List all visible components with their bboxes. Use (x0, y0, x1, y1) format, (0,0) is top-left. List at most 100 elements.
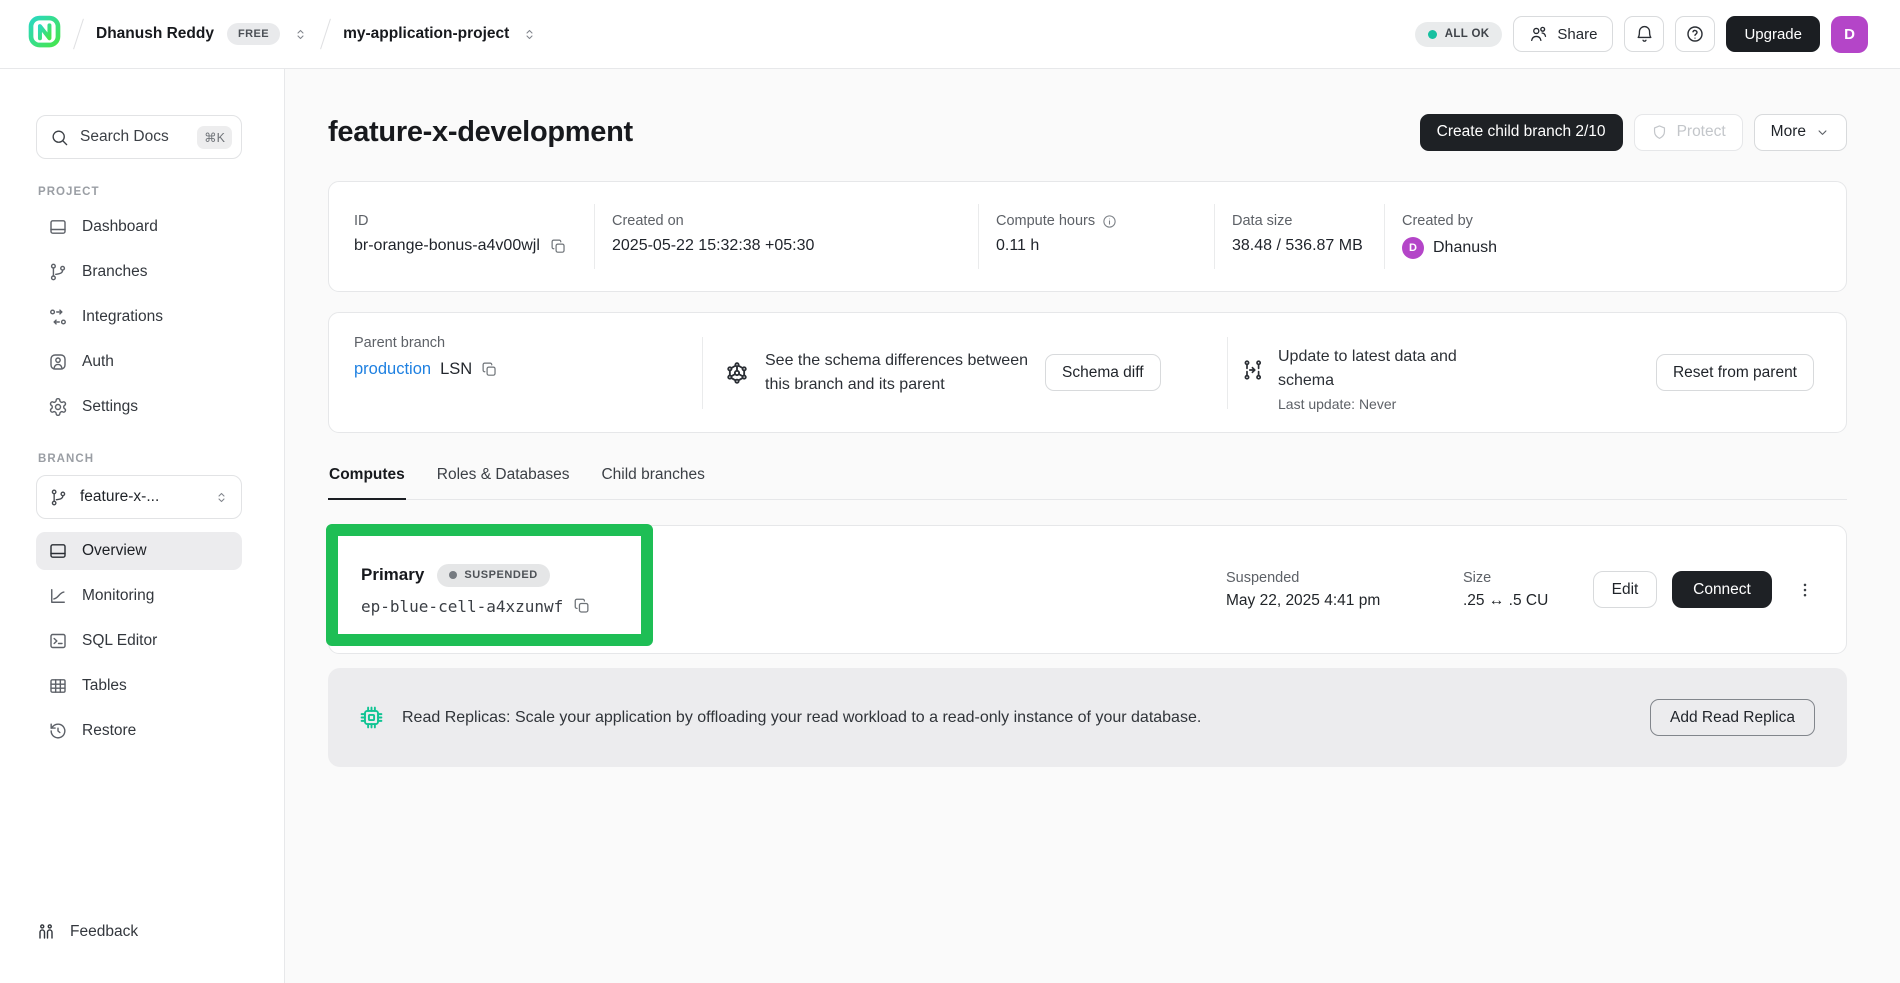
sidebar-item-dashboard[interactable]: Dashboard (36, 208, 242, 246)
search-docs-input[interactable]: Search Docs ⌘K (36, 115, 242, 159)
copy-icon[interactable] (481, 361, 498, 378)
branch-selector-value: feature-x-... (80, 488, 159, 506)
status-badge-label: ALL OK (1445, 28, 1490, 40)
id-label: ID (354, 213, 594, 229)
reset-from-parent-button[interactable]: Reset from parent (1656, 354, 1814, 391)
edit-button[interactable]: Edit (1593, 571, 1657, 608)
gear-icon (48, 397, 68, 417)
compute-row: Primary SUSPENDED ep-blue-cell-a4xzunwf (328, 525, 1847, 654)
schema-molecule-icon (724, 360, 750, 386)
update-description: Update to latest data and schema (1278, 345, 1478, 393)
sidebar-item-auth[interactable]: Auth (36, 343, 242, 381)
sidebar-item-settings[interactable]: Settings (36, 388, 242, 426)
connect-button[interactable]: Connect (1672, 571, 1772, 608)
bell-icon (1635, 25, 1654, 44)
sidebar-item-tables[interactable]: Tables (36, 667, 242, 705)
branch-info-card: ID br-orange-bonus-a4v00wjl Created on 2… (328, 181, 1847, 292)
sidebar-item-integrations[interactable]: Integrations (36, 298, 242, 336)
breadcrumb: Dhanush Reddy FREE my-application-projec… (28, 15, 537, 53)
reset-branch-icon (1241, 358, 1265, 382)
sidebar-item-restore[interactable]: Restore (36, 712, 242, 750)
chevron-up-down-icon (214, 490, 229, 505)
search-shortcut: ⌘K (197, 126, 232, 149)
chevron-down-icon (1815, 125, 1830, 140)
lsn-label: LSN (440, 360, 472, 379)
status-badge[interactable]: ALL OK (1415, 22, 1503, 47)
page-title: feature-x-development (328, 113, 633, 151)
app-window: Dhanush Reddy FREE my-application-projec… (0, 0, 1900, 983)
help-button[interactable] (1675, 16, 1715, 52)
feedback-people-icon (36, 922, 56, 942)
sidebar-item-label: Settings (82, 398, 138, 416)
data-size-label: Data size (1232, 213, 1384, 229)
feedback-button[interactable]: Feedback (36, 913, 138, 951)
overview-icon (48, 541, 68, 561)
share-button-label: Share (1557, 26, 1597, 43)
sidebar-item-overview[interactable]: Overview (36, 532, 242, 570)
copy-icon[interactable] (550, 238, 567, 255)
sidebar-item-monitoring[interactable]: Monitoring (36, 577, 242, 615)
dashboard-icon (48, 217, 68, 237)
line-chart-icon (48, 586, 68, 606)
upgrade-button[interactable]: Upgrade (1726, 16, 1820, 52)
project-switcher-icon[interactable] (522, 27, 537, 42)
tab-computes[interactable]: Computes (328, 456, 406, 500)
terminal-icon (48, 631, 68, 651)
sidebar-item-label: SQL Editor (82, 632, 157, 650)
notifications-button[interactable] (1624, 16, 1664, 52)
parent-branch-link[interactable]: production (354, 360, 431, 379)
integrations-icon (48, 307, 68, 327)
created-by-label: Created by (1402, 213, 1821, 229)
git-branch-icon (49, 488, 68, 507)
parent-branch-label: Parent branch (354, 335, 702, 351)
search-docs-label: Search Docs (80, 128, 169, 146)
workspace-switcher-icon[interactable] (293, 27, 308, 42)
suspended-status-badge: SUSPENDED (437, 564, 549, 587)
sidebar: Search Docs ⌘K PROJECT Dashboard Branche… (0, 69, 285, 983)
suspended-badge-label: SUSPENDED (464, 569, 537, 581)
sidebar-item-label: Auth (82, 353, 114, 371)
header-actions: ALL OK Share Upgrade D (1415, 16, 1868, 53)
share-button[interactable]: Share (1513, 16, 1613, 52)
history-clock-icon (48, 721, 68, 741)
status-dot-icon (449, 571, 457, 579)
project-section-label: PROJECT (38, 186, 242, 198)
tab-child-branches[interactable]: Child branches (600, 456, 705, 499)
tab-roles-databases[interactable]: Roles & Databases (436, 456, 571, 499)
sidebar-item-label: Dashboard (82, 218, 158, 236)
creator-avatar: D (1402, 237, 1424, 259)
table-grid-icon (48, 676, 68, 696)
more-button[interactable]: More (1754, 114, 1847, 151)
project-name[interactable]: my-application-project (343, 25, 509, 43)
branch-id-value: br-orange-bonus-a4v00wjl (354, 237, 540, 255)
avatar[interactable]: D (1831, 16, 1868, 53)
sidebar-item-branches[interactable]: Branches (36, 253, 242, 291)
protect-button[interactable]: Protect (1634, 114, 1743, 151)
workspace-name[interactable]: Dhanush Reddy (96, 25, 214, 43)
create-child-branch-button[interactable]: Create child branch 2/10 (1420, 114, 1623, 151)
compute-hours-label: Compute hours (996, 213, 1095, 229)
created-on-label: Created on (612, 213, 978, 229)
parent-branch-card: Parent branch production LSN See the sch… (328, 312, 1847, 433)
sidebar-item-label: Restore (82, 722, 136, 740)
add-read-replica-button[interactable]: Add Read Replica (1650, 699, 1815, 736)
breadcrumb-divider (73, 19, 84, 50)
copy-icon[interactable] (573, 597, 591, 615)
question-icon (1685, 24, 1705, 44)
kebab-menu-icon[interactable] (1796, 581, 1814, 599)
info-icon[interactable] (1102, 214, 1117, 229)
neon-logo[interactable] (28, 15, 61, 53)
sidebar-item-label: Monitoring (82, 587, 154, 605)
search-icon (50, 128, 69, 147)
status-dot-icon (1428, 30, 1437, 39)
branch-section-label: BRANCH (38, 453, 242, 465)
auth-user-icon (48, 352, 68, 372)
sidebar-item-sql-editor[interactable]: SQL Editor (36, 622, 242, 660)
branch-selector[interactable]: feature-x-... (36, 475, 242, 519)
schema-diff-button[interactable]: Schema diff (1045, 354, 1161, 391)
size-value: .25 ↔ .5 CU (1463, 592, 1593, 610)
top-header: Dhanush Reddy FREE my-application-projec… (0, 0, 1900, 69)
suspended-label: Suspended (1226, 570, 1463, 586)
plan-badge: FREE (227, 23, 280, 45)
branch-tabs: Computes Roles & Databases Child branche… (328, 456, 1847, 500)
